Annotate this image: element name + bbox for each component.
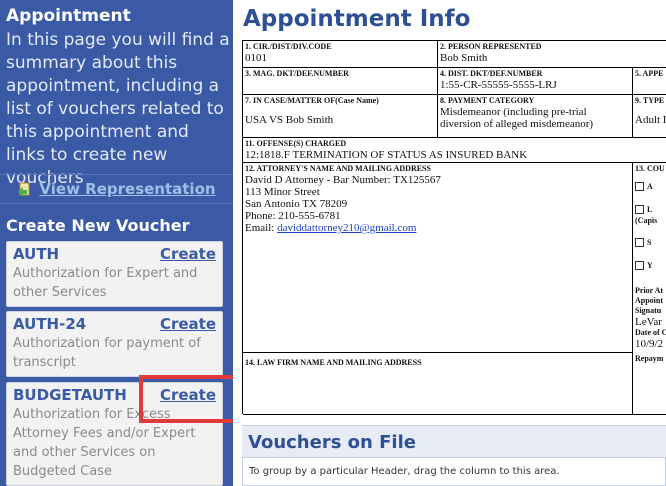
sidebar-title: Appointment [6, 6, 131, 26]
create-new-voucher-title: Create New Voucher [6, 216, 190, 235]
field-label: 3. MAG. DKT/DEF.NUMBER [245, 69, 349, 78]
field-label: 9. TYPE [635, 96, 665, 105]
checkbox[interactable] [635, 238, 644, 247]
attorney-line: 113 Minor Street [245, 186, 320, 198]
view-representation-label[interactable]: View Representation [39, 180, 215, 198]
court-order-option-y[interactable]: Y [635, 261, 664, 270]
email-prefix: Email: [245, 222, 278, 234]
date-of-order-label: Date of O [635, 328, 666, 337]
attorney-email-link[interactable]: daviddattorney210@gmail.com [277, 222, 416, 234]
voucher-card-auth-24: AUTH-24 Create Authorization for payment… [6, 311, 223, 377]
field-law-firm-address: 14. LAW FIRM NAME AND MAILING ADDRESS [243, 353, 633, 415]
field-label: 8. PAYMENT CATEGORY [440, 96, 535, 105]
field-dist-dkt-number: 4. DIST. DKT/DEF.NUMBER 1:55-CR-55555-55… [438, 68, 633, 95]
field-label: 12. ATTORNEY'S NAME AND MAILING ADDRESS [245, 164, 431, 173]
field-offense-charged: 11. OFFENSE(S) CHARGED 12:1818.F TERMINA… [243, 138, 666, 163]
voucher-description: Authorization for payment of transcript [13, 336, 201, 370]
field-label: 13. COU [635, 164, 665, 173]
field-value: USA VS Bob Smith [245, 114, 334, 126]
attorney-email-line: Email: daviddattorney210@gmail.com [245, 222, 630, 234]
field-label: 14. LAW FIRM NAME AND MAILING ADDRESS [245, 358, 422, 367]
attorney-line: Phone: 210-555-6781 [245, 210, 341, 222]
highlight-box [139, 375, 245, 423]
field-cir-dist-div-code: 1. CIR./DIST/DIV.CODE 0101 [243, 41, 438, 68]
date-of-order-value: 10/9/2 [635, 338, 664, 350]
court-order-option-a[interactable]: A [635, 182, 664, 191]
sidebar-description: In this page you will find a summary abo… [6, 30, 230, 188]
field-type: 9. TYPE Adult I [633, 95, 666, 138]
vouchers-on-file-header: Vouchers on File [242, 425, 666, 457]
field-label: 7. IN CASE/MATTER OF(Case Name) [245, 96, 379, 105]
attorney-line: David D Attorney - Bar Number: TX125567 [245, 174, 441, 186]
field-label: 4. DIST. DKT/DEF.NUMBER [440, 69, 543, 78]
field-appeals: 5. APPE [633, 68, 666, 95]
field-value: Misdemeanor (including pre-trial diversi… [440, 106, 594, 130]
field-attorney-address: 12. ATTORNEY'S NAME AND MAILING ADDRESS … [243, 163, 633, 353]
field-mag-dkt-number: 3. MAG. DKT/DEF.NUMBER [243, 68, 438, 95]
field-payment-category: 8. PAYMENT CATEGORY Misdemeanor (includi… [438, 95, 633, 138]
appointment-label: Appoint [635, 296, 664, 305]
field-label: 2. PERSON REPRESENTED [440, 42, 542, 51]
field-court-order: 13. COU A L (Capis S Y Prior At Appoint … [633, 163, 666, 415]
view-representation-link[interactable]: View Representation [0, 174, 233, 204]
voucher-name: BUDGETAUTH [13, 386, 127, 404]
field-value: Adult I [635, 114, 666, 126]
voucher-card-auth: AUTH Create Authorization for Expert and… [6, 241, 223, 307]
court-order-option-l[interactable]: L [635, 205, 664, 214]
checkbox[interactable] [635, 182, 644, 191]
field-label: 11. OFFENSE(S) CHARGED [245, 139, 347, 148]
field-case-name: 7. IN CASE/MATTER OF(Case Name) USA VS B… [243, 95, 438, 138]
voucher-name: AUTH-24 [13, 315, 87, 333]
cja-form: 1. CIR./DIST/DIV.CODE 0101 2. PERSON REP… [242, 40, 666, 415]
checkbox[interactable] [635, 205, 644, 214]
field-label: 5. APPE [635, 69, 664, 78]
main-content: Appointment Info 1. CIR./DIST/DIV.CODE 0… [233, 0, 666, 486]
signer-name: LeVar [635, 316, 662, 328]
court-order-option-s[interactable]: S [635, 238, 664, 247]
create-auth-link[interactable]: Create [160, 245, 216, 263]
field-value: 0101 [245, 52, 267, 64]
field-value: 1:55-CR-55555-5555-LRJ [440, 79, 557, 91]
voucher-name: AUTH [13, 245, 60, 263]
repayment-label: Repaym [635, 354, 664, 363]
attorney-line: San Antonio TX 78209 [245, 198, 348, 210]
capis-label: (Capis [635, 216, 658, 225]
field-value: Bob Smith [440, 52, 488, 64]
field-person-represented: 2. PERSON REPRESENTED Bob Smith [438, 41, 666, 68]
field-label: 1. CIR./DIST/DIV.CODE [245, 42, 332, 51]
page-title: Appointment Info [243, 6, 471, 32]
document-arrow-icon [18, 182, 30, 197]
create-auth-24-link[interactable]: Create [160, 315, 216, 333]
checkbox[interactable] [635, 261, 644, 270]
signature-label: Signatu [635, 306, 662, 315]
group-by-drop-area[interactable]: To group by a particular Header, drag th… [242, 457, 666, 486]
prior-attorney-label: Prior At [635, 286, 664, 295]
field-value: 12:1818.F TERMINATION OF STATUS AS INSUR… [245, 149, 528, 161]
voucher-description: Authorization for Expert and other Servi… [13, 266, 198, 300]
